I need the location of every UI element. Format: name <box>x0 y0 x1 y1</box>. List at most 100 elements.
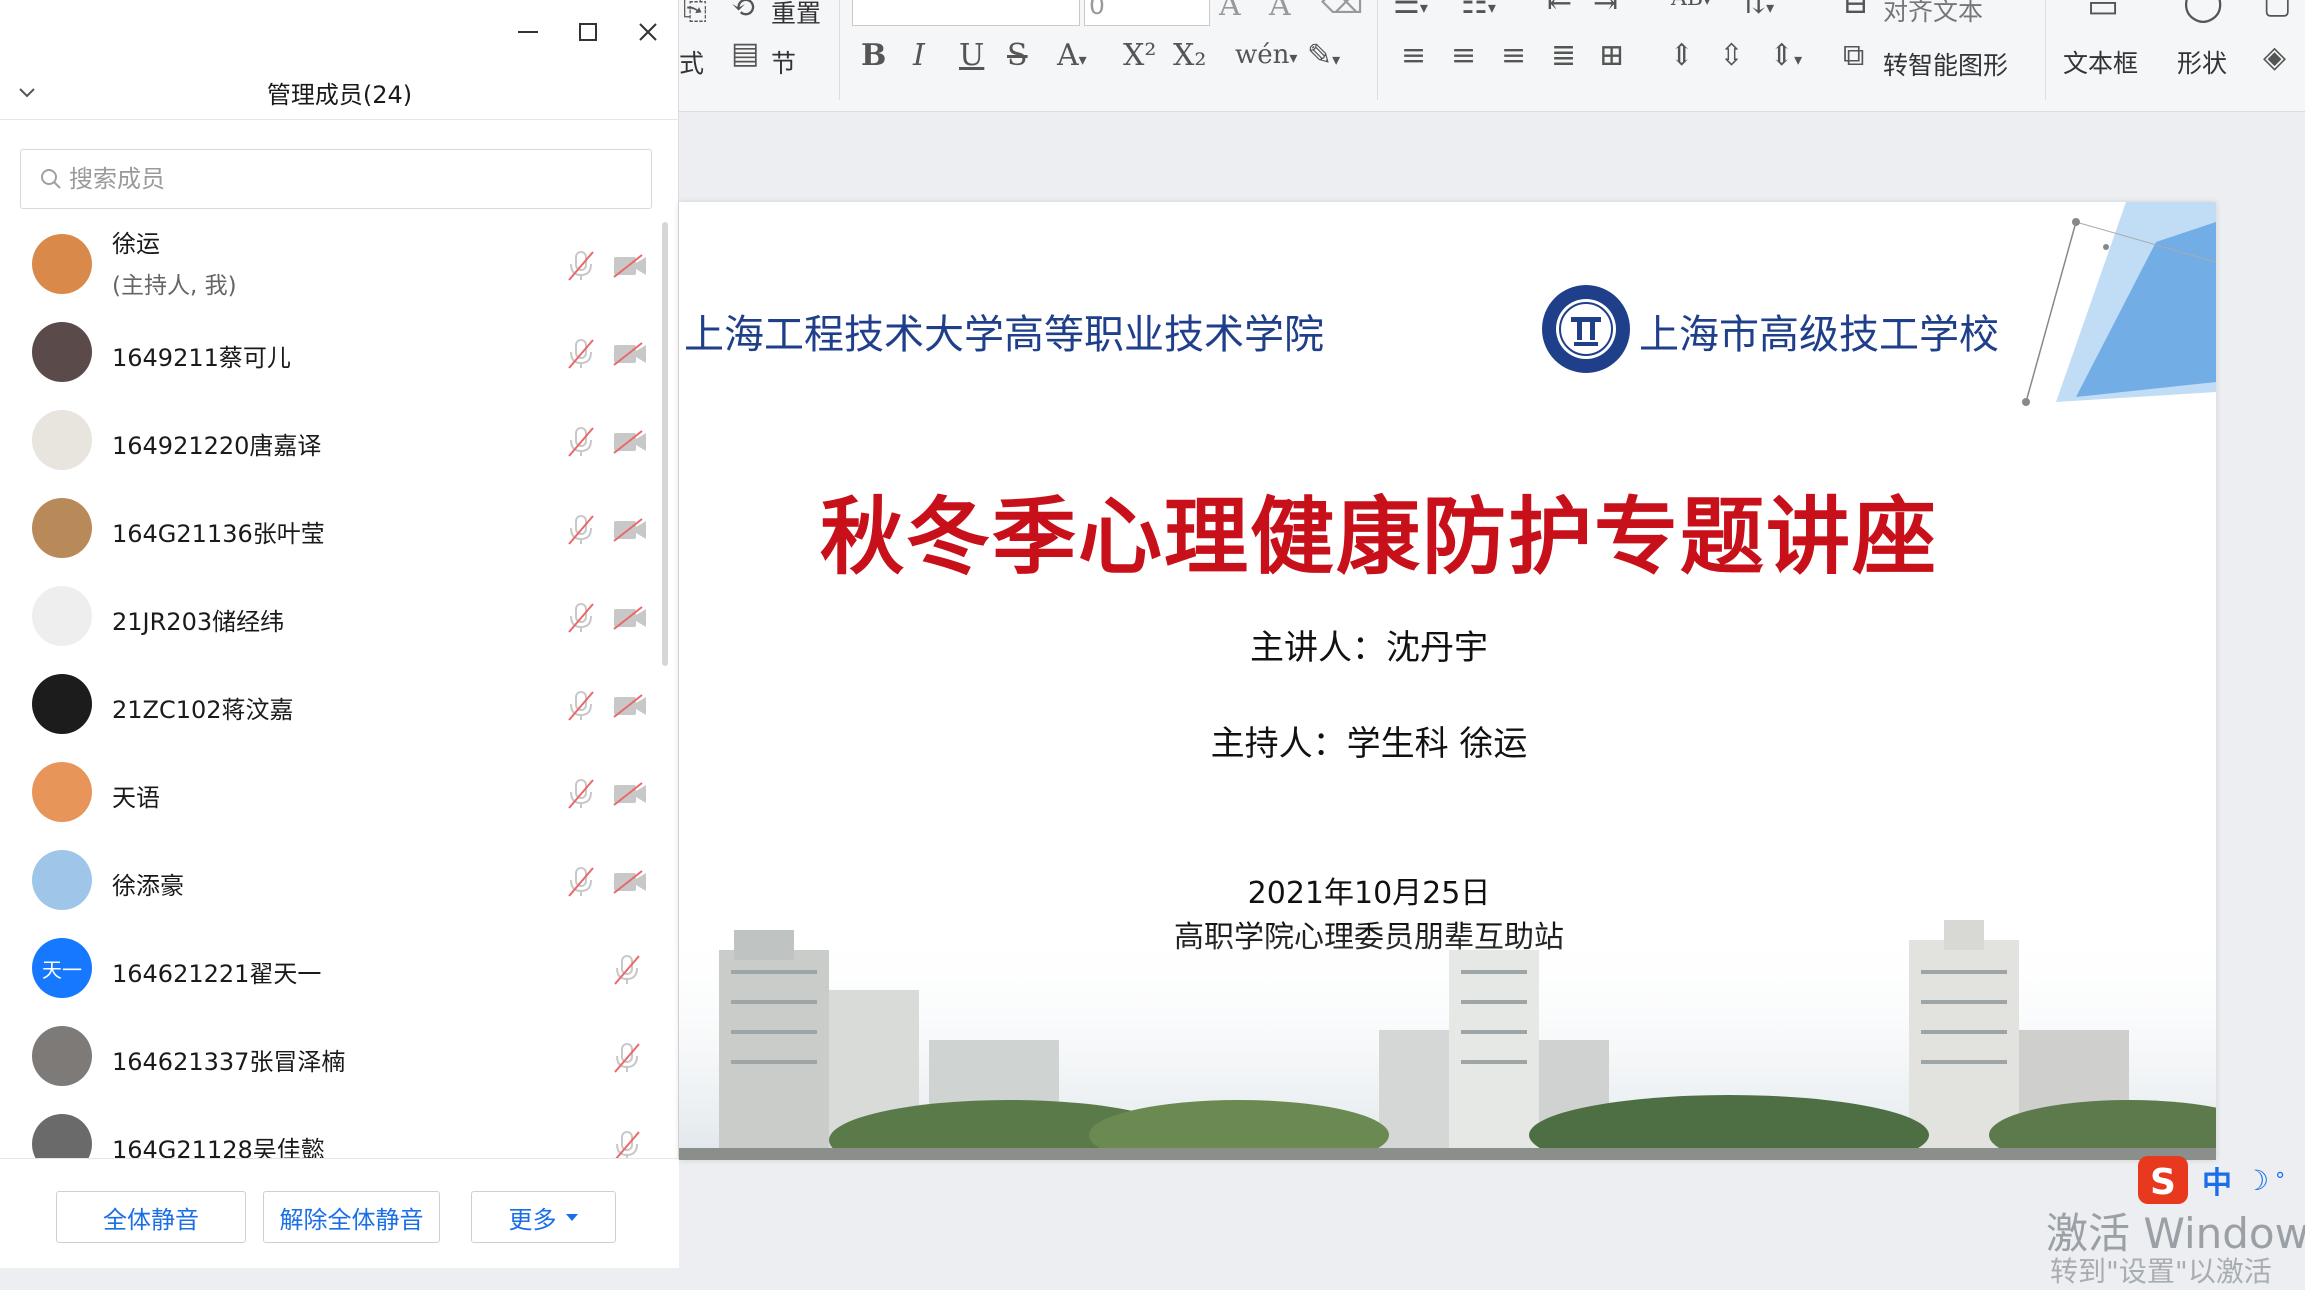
mic-muted-icon[interactable] <box>566 250 596 282</box>
ime-mode-label: 中 <box>2202 1166 2232 1201</box>
member-row[interactable]: 天一 164621221翟天一 <box>0 924 660 1012</box>
mic-muted-icon[interactable] <box>566 778 596 810</box>
member-row[interactable]: 天语 <box>0 748 660 836</box>
subscript-icon[interactable]: X₂ <box>1173 38 1206 73</box>
minimize-icon <box>518 31 538 33</box>
font-size-select[interactable]: 0 <box>1084 0 1210 26</box>
member-name: 164G21136张叶莹 <box>112 520 325 548</box>
camera-off-icon[interactable] <box>612 693 648 719</box>
mic-muted-icon[interactable] <box>612 1130 642 1160</box>
unmute-all-button[interactable]: 解除全体静音 <box>263 1191 440 1243</box>
mic-muted-icon[interactable] <box>612 1042 642 1074</box>
search-input[interactable] <box>69 165 629 193</box>
more-button[interactable]: 更多 <box>471 1191 616 1243</box>
slide-canvas[interactable]: 上海工程技术大学高等职业技术学院 上海市高级技工学校 秋冬季心理健康防护专题讲座… <box>679 202 2216 1160</box>
member-row[interactable]: 164G21128吴佳懿 <box>0 1100 660 1160</box>
smartart-button[interactable]: 转智能图形 <box>1883 46 2008 82</box>
mic-muted-icon[interactable] <box>566 866 596 898</box>
mic-muted-icon[interactable] <box>612 954 642 986</box>
section-button[interactable]: 节 <box>771 44 796 80</box>
member-row[interactable]: 徐运 (主持人, 我) <box>0 220 660 308</box>
align-text-icon: ⊟ <box>1843 0 1869 21</box>
font-family-select[interactable] <box>852 0 1080 26</box>
ribbon-separator <box>1377 0 1378 100</box>
eraser-icon[interactable]: ⌫ <box>1321 0 1363 21</box>
highlight-icon[interactable]: ✎▾ <box>1307 38 1340 73</box>
search-box[interactable] <box>20 149 652 209</box>
superscript-icon[interactable]: X² <box>1123 38 1156 73</box>
paragraph-spacing-icon[interactable]: ⇳ <box>1719 38 1744 73</box>
font-color-icon[interactable]: A▾ <box>1057 38 1087 73</box>
member-row[interactable]: 1649211蔡可儿 <box>0 308 660 396</box>
section-icon: ▤ <box>731 36 760 71</box>
mic-muted-icon[interactable] <box>566 426 596 458</box>
text-direction-icon[interactable]: AB▾ <box>1671 0 1711 11</box>
outdent-icon[interactable]: ⇤ <box>1547 0 1572 21</box>
avatar <box>32 1114 92 1160</box>
align-right-icon[interactable]: ≡ <box>1501 38 1526 73</box>
align-left-icon[interactable]: ≡ <box>1401 38 1426 73</box>
line-spacing-icon[interactable]: ⇕ <box>1669 38 1694 73</box>
panel-header: 管理成员(24) <box>0 66 679 120</box>
layout-style-button[interactable]: 式 <box>679 44 704 80</box>
camera-off-icon[interactable] <box>612 253 648 279</box>
camera-off-icon[interactable] <box>612 605 648 631</box>
distribute-icon[interactable]: ⊞ <box>1599 38 1624 73</box>
pinyin-icon[interactable]: wén▾ <box>1235 40 1297 70</box>
avatar <box>32 850 92 910</box>
align-center-icon[interactable]: ≡ <box>1451 38 1476 73</box>
paste-format-icon[interactable]: ⎘ <box>683 0 707 27</box>
grow-font-icon[interactable]: A <box>1219 0 1241 23</box>
smartart-icon: ⧉ <box>1843 38 1865 73</box>
activation-watermark-sub: 转到"设置"以激活 <box>2050 1255 2272 1288</box>
avatar-text: 天一 <box>42 957 82 982</box>
justify-icon[interactable]: ≣ <box>1551 38 1576 73</box>
close-button[interactable] <box>618 12 678 52</box>
bullet-list-icon[interactable]: ☰▾ <box>1393 0 1428 21</box>
shrink-font-icon[interactable]: A <box>1269 0 1291 23</box>
strikethrough-icon[interactable]: S <box>1007 38 1028 73</box>
camera-off-icon[interactable] <box>612 429 648 455</box>
camera-off-icon[interactable] <box>612 781 648 807</box>
mic-muted-icon[interactable] <box>566 514 596 546</box>
corner-decoration <box>2022 202 2216 406</box>
mute-all-button[interactable]: 全体静音 <box>56 1191 246 1243</box>
member-row[interactable]: 164621337张冒泽楠 <box>0 1012 660 1100</box>
align-text-button[interactable]: 对齐文本 <box>1883 0 1983 28</box>
mic-muted-icon[interactable] <box>566 338 596 370</box>
member-name: 1649211蔡可儿 <box>112 344 291 372</box>
member-row[interactable]: 21JR203储经纬 <box>0 572 660 660</box>
image-icon[interactable]: ▢ <box>2263 0 2291 21</box>
indent-icon[interactable]: ⇥ <box>1593 0 1618 21</box>
numbered-list-icon[interactable]: ☷▾ <box>1461 0 1496 21</box>
panel-footer: 全体静音 解除全体静音 更多 <box>0 1158 679 1268</box>
slide-title: 秋冬季心理健康防护专题讲座 <box>819 487 1938 586</box>
mic-muted-icon[interactable] <box>566 690 596 722</box>
layers-icon[interactable]: ◈ <box>2263 40 2286 75</box>
member-list-scrollbar[interactable] <box>662 222 668 666</box>
camera-off-icon[interactable] <box>612 341 648 367</box>
spacing-menu-icon[interactable]: ⇕▾ <box>1769 38 1802 73</box>
line-spacing-arrows-icon[interactable]: ⇅▾ <box>1741 0 1774 21</box>
maximize-button[interactable] <box>558 12 618 52</box>
avatar <box>32 762 92 822</box>
shape-button[interactable]: 形状 <box>2177 44 2227 80</box>
shape-icon: ◯ <box>2183 0 2224 23</box>
reset-button[interactable]: 重置 <box>771 0 821 30</box>
event-date: 2021年10月25日 <box>1247 876 1491 911</box>
member-row[interactable]: 21ZC102蒋汶嘉 <box>0 660 660 748</box>
textbox-button[interactable]: 文本框 <box>2063 44 2138 80</box>
avatar <box>32 674 92 734</box>
italic-icon[interactable]: I <box>913 38 925 73</box>
caret-down-icon <box>565 1214 578 1221</box>
minimize-button[interactable] <box>498 12 558 52</box>
speaker-line: 主讲人：沈丹宇 <box>1250 628 1488 668</box>
mic-muted-icon[interactable] <box>566 602 596 634</box>
member-row[interactable]: 徐添豪 <box>0 836 660 924</box>
camera-off-icon[interactable] <box>612 869 648 895</box>
camera-off-icon[interactable] <box>612 517 648 543</box>
underline-icon[interactable]: U <box>959 38 984 73</box>
member-row[interactable]: 164921220唐嘉译 <box>0 396 660 484</box>
bold-icon[interactable]: B <box>861 38 886 73</box>
member-row[interactable]: 164G21136张叶莹 <box>0 484 660 572</box>
